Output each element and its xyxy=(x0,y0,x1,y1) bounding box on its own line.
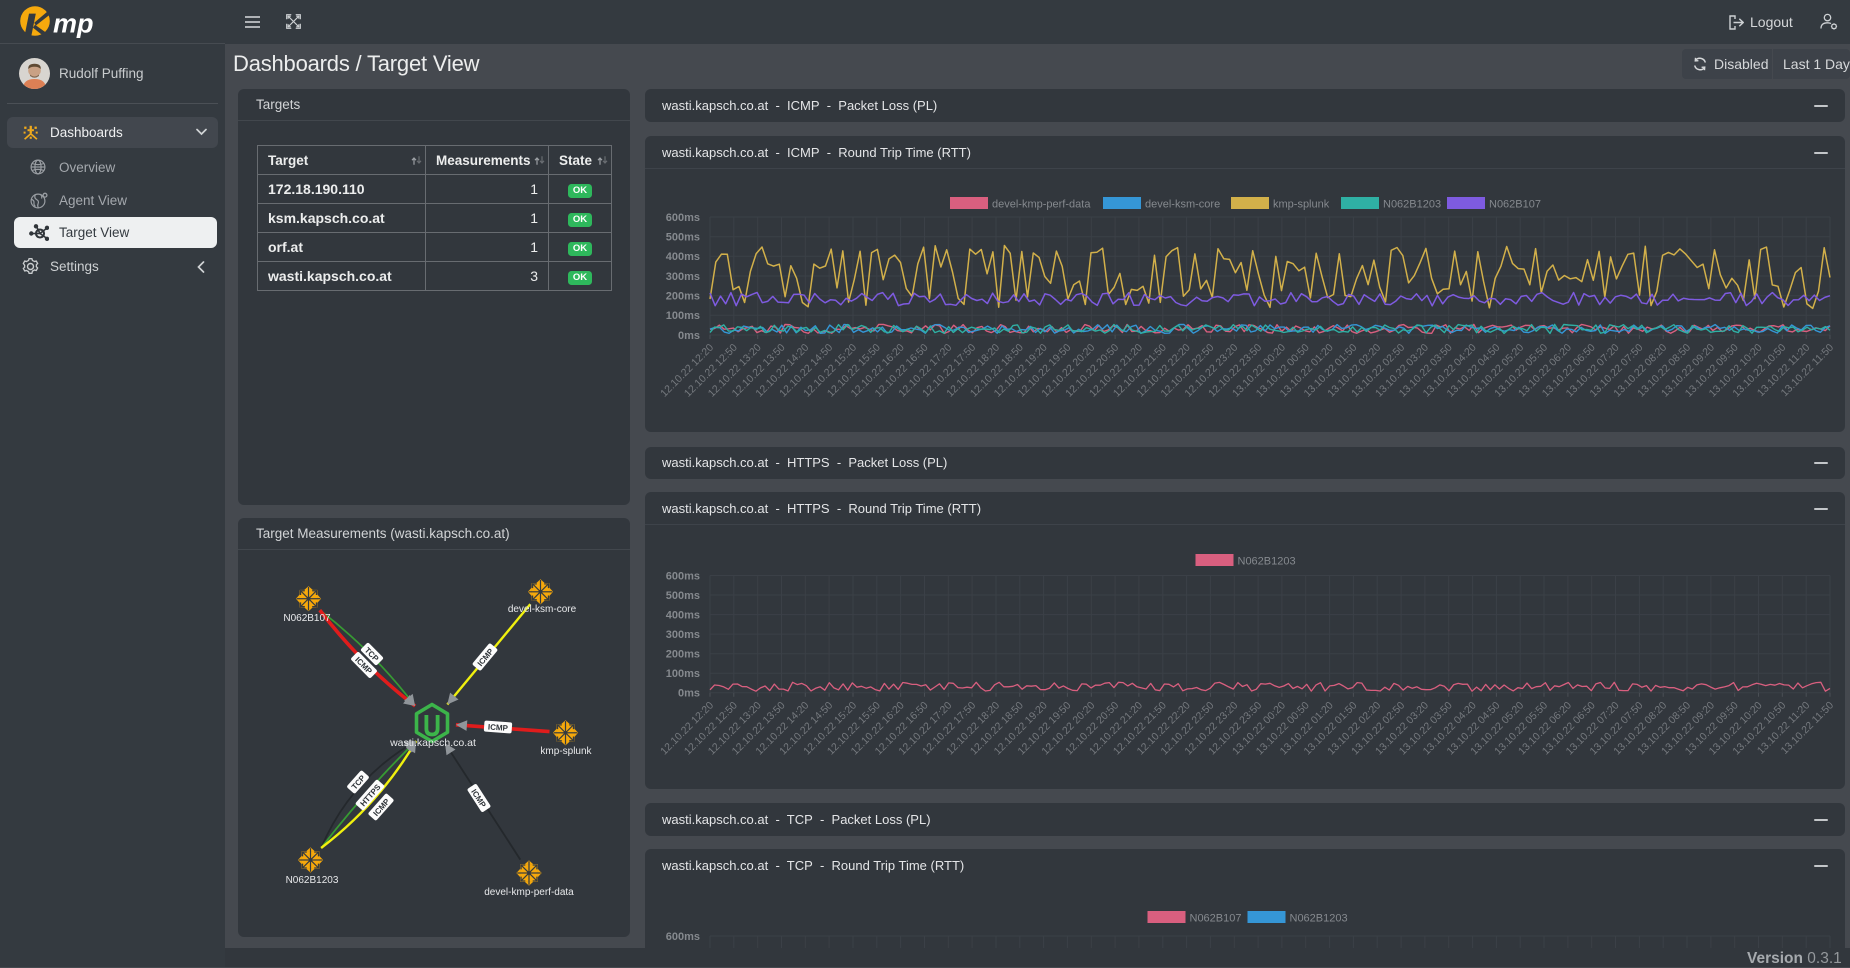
svg-text:300ms: 300ms xyxy=(666,629,700,641)
svg-text:600ms: 600ms xyxy=(666,212,700,224)
svg-text:500ms: 500ms xyxy=(666,232,700,244)
svg-text:400ms: 400ms xyxy=(666,251,700,263)
svg-text:100ms: 100ms xyxy=(666,668,700,680)
svg-text:ICMP: ICMP xyxy=(488,722,509,732)
svg-text:N062B107: N062B107 xyxy=(1190,913,1242,925)
svg-text:600ms: 600ms xyxy=(666,931,700,943)
svg-text:N062B107: N062B107 xyxy=(283,613,331,624)
svg-text:500ms: 500ms xyxy=(666,590,700,602)
svg-text:100ms: 100ms xyxy=(666,310,700,322)
svg-text:200ms: 200ms xyxy=(666,291,700,303)
svg-text:kmp-splunk: kmp-splunk xyxy=(540,746,592,757)
svg-text:N062B1203: N062B1203 xyxy=(1290,913,1348,925)
svg-text:devel-kmp-perf-data: devel-kmp-perf-data xyxy=(992,199,1091,211)
svg-text:wasti.kapsch.co.at: wasti.kapsch.co.at xyxy=(389,737,476,749)
svg-text:devel-ksm-core: devel-ksm-core xyxy=(508,604,577,615)
svg-text:mp: mp xyxy=(53,9,94,39)
svg-text:N062B1203: N062B1203 xyxy=(1383,199,1441,211)
svg-text:N062B107: N062B107 xyxy=(1489,199,1541,211)
svg-text:N062B1203: N062B1203 xyxy=(1238,556,1296,568)
svg-text:devel-ksm-core: devel-ksm-core xyxy=(1145,199,1220,211)
svg-text:N062B1203: N062B1203 xyxy=(286,875,339,886)
svg-text:devel-kmp-perf-data: devel-kmp-perf-data xyxy=(484,887,574,898)
svg-text:0ms: 0ms xyxy=(678,688,700,700)
svg-text:kmp-splunk: kmp-splunk xyxy=(1273,199,1330,211)
svg-text:600ms: 600ms xyxy=(666,570,700,582)
svg-text:200ms: 200ms xyxy=(666,649,700,661)
svg-text:400ms: 400ms xyxy=(666,609,700,621)
svg-text:300ms: 300ms xyxy=(666,271,700,283)
svg-text:0ms: 0ms xyxy=(678,330,700,342)
